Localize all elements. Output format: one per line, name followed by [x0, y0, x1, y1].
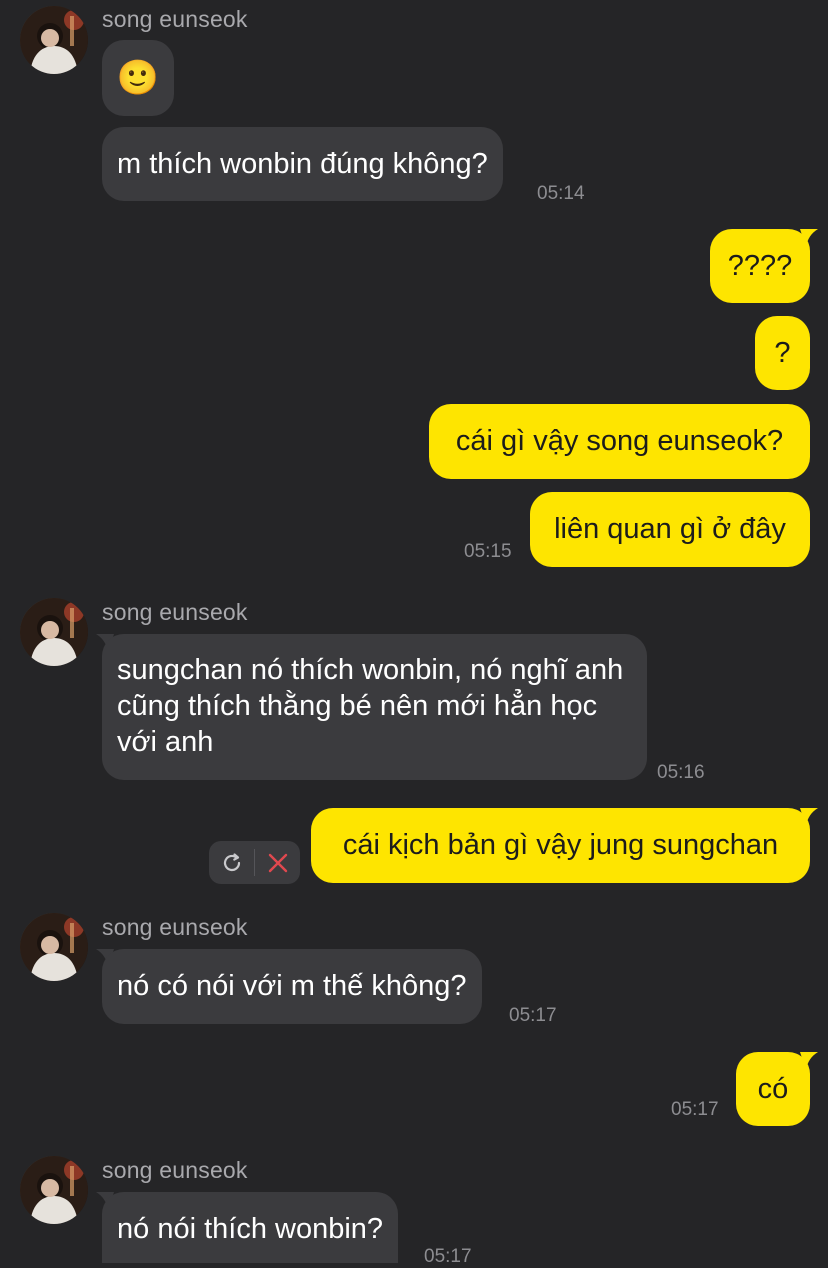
contact-avatar[interactable] — [20, 913, 88, 981]
message-time: 05:16 — [657, 762, 705, 783]
message-bubble[interactable]: cái kịch bản gì vậy jung sungchan — [311, 808, 810, 883]
retry-button[interactable] — [209, 841, 254, 884]
message-time: 05:17 — [424, 1246, 472, 1267]
message-bubble[interactable]: ???? — [710, 229, 810, 303]
bubble-tail — [800, 1052, 818, 1070]
message-text: sungchan nó thích wonbin, nó nghĩ anh cũ… — [117, 654, 624, 758]
message-text: nó có nói với m thế không? — [117, 970, 467, 1002]
message-bubble[interactable]: m thích wonbin đúng không? — [102, 127, 503, 201]
bubble-tail — [800, 229, 818, 247]
message-text: ???? — [727, 250, 793, 282]
message-text: có — [757, 1073, 789, 1105]
smile-emoji: 🙂 — [116, 59, 160, 97]
sender-name: song eunseok — [102, 1157, 248, 1183]
message-bubble[interactable]: cái gì vậy song eunseok? — [429, 404, 810, 479]
message-text: nó nói thích wonbin? — [117, 1213, 384, 1245]
message-time: 05:14 — [537, 183, 585, 204]
retry-icon — [223, 852, 240, 871]
contact-avatar[interactable] — [20, 1156, 88, 1224]
bubble-tail — [800, 808, 818, 826]
contact-avatar[interactable] — [20, 598, 88, 666]
message-bubble[interactable]: nó có nói với m thế không? — [102, 949, 482, 1024]
message-text: liên quan gì ở đây — [554, 513, 786, 545]
message-time: 05:17 — [671, 1099, 719, 1120]
message-bubble[interactable]: ? — [755, 316, 810, 390]
message-time: 05:15 — [464, 541, 512, 562]
sender-name: song eunseok — [102, 914, 248, 940]
emoji-message-bubble[interactable]: 🙂 — [102, 40, 174, 116]
message-bubble[interactable]: sungchan nó thích wonbin, nó nghĩ anh cũ… — [102, 634, 647, 780]
message-bubble[interactable]: liên quan gì ở đây — [530, 492, 810, 567]
contact-avatar[interactable] — [20, 6, 88, 74]
message-text: cái gì vậy song eunseok? — [455, 425, 784, 457]
close-icon — [268, 853, 287, 872]
message-time: 05:17 — [509, 1005, 557, 1026]
delete-button[interactable] — [255, 841, 300, 884]
message-bubble[interactable]: có — [736, 1052, 810, 1126]
message-bubble[interactable]: nó nói thích wonbin? — [102, 1192, 399, 1263]
message-text: m thích wonbin đúng không? — [117, 148, 488, 180]
message-text: cái kịch bản gì vậy jung sungchan — [342, 829, 779, 861]
message-text: ? — [774, 337, 791, 369]
failed-message-actions — [209, 841, 300, 884]
sender-name: song eunseok — [102, 599, 248, 625]
sender-name: song eunseok — [102, 6, 248, 32]
